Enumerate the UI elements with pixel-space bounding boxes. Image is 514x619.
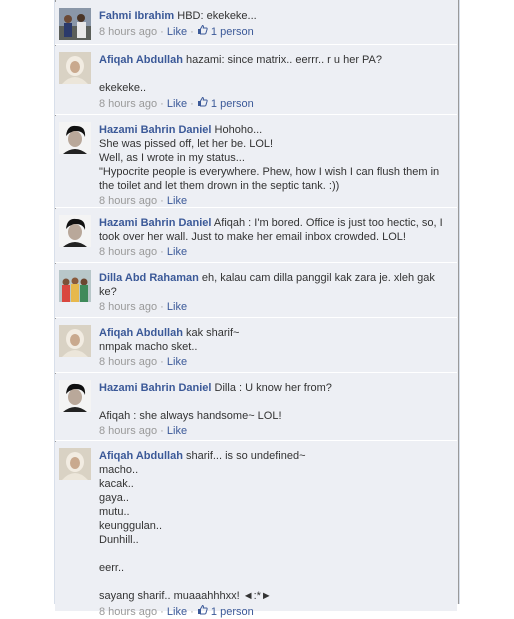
comment-text-continued: She was pissed off, let her be. LOL! Wel… [99, 138, 440, 192]
comment-meta: 8 hours ago · Like [99, 245, 449, 259]
like-link[interactable]: Like [167, 246, 187, 258]
comment-meta: 8 hours ago · Like · 1 person [99, 604, 449, 619]
comment-author-link[interactable]: Fahmi Ibrahim [99, 10, 174, 22]
comment-body: Hazami Bahrin Daniel Afiqah : I'm bored.… [99, 216, 449, 259]
comment-text: kak sharif~ [182, 327, 240, 339]
avatar[interactable] [59, 215, 91, 247]
comment-author-link[interactable]: Hazami Bahrin Daniel [99, 124, 211, 136]
meta-separator: · [187, 98, 197, 110]
comment-meta: 8 hours ago · Like [99, 355, 449, 369]
comment-item: Dilla Abd Rahaman eh, kalau cam dilla pa… [55, 264, 457, 318]
comment-text: Dilla : U know her from? [211, 382, 332, 394]
like-count-link[interactable]: 1 person [208, 606, 254, 618]
avatar[interactable] [59, 325, 91, 357]
meta-separator: · [157, 356, 167, 368]
comment-body: Afiqah Abdullah sharif... is so undefine… [99, 449, 449, 619]
comment-timestamp[interactable]: 8 hours ago [99, 606, 157, 618]
comment-timestamp[interactable]: 8 hours ago [99, 246, 157, 258]
panel-right-border [458, 0, 459, 604]
comment-body: Hazami Bahrin Daniel Hohoho... She was pi… [99, 123, 449, 208]
comment-text-continued: Afiqah : she always handsome~ LOL! [99, 410, 282, 422]
comment-text: Hohoho... [211, 124, 263, 136]
comment-body: Hazami Bahrin Daniel Dilla : U know her … [99, 381, 449, 438]
comment-item: Hazami Bahrin Daniel Dilla : U know her … [55, 374, 457, 441]
avatar[interactable] [59, 448, 91, 480]
meta-separator: · [157, 606, 167, 618]
comment-meta: 8 hours ago · Like · 1 person [99, 24, 449, 39]
comment-text: HBD: ekekeke... [174, 10, 257, 22]
meta-separator: · [157, 425, 167, 437]
comment-text: hazami: since matrix.. eerrr.. r u her P… [182, 54, 383, 66]
comment-body: Fahmi Ibrahim HBD: ekekeke... 8 hours ago… [99, 9, 449, 39]
comment-meta: 8 hours ago · Like · 1 person [99, 96, 449, 111]
meta-separator: · [187, 606, 197, 618]
comment-text-continued: macho.. kacak.. gaya.. mutu.. keunggulan… [99, 464, 272, 602]
comment-author-link[interactable]: Afiqah Abdullah [99, 54, 183, 66]
meta-separator: · [187, 26, 197, 38]
comment-author-link[interactable]: Hazami Bahrin Daniel [99, 217, 211, 229]
like-count-link[interactable]: 1 person [208, 98, 254, 110]
comment-item: Hazami Bahrin Daniel Hohoho... She was pi… [55, 116, 457, 208]
like-link[interactable]: Like [167, 98, 187, 110]
comment-meta: 8 hours ago · Like [99, 424, 449, 438]
meta-separator: · [157, 301, 167, 313]
meta-separator: · [157, 98, 167, 110]
meta-separator: · [157, 26, 167, 38]
comment-timestamp[interactable]: 8 hours ago [99, 195, 157, 207]
comment-item: Hazami Bahrin Daniel Afiqah : I'm bored.… [55, 209, 457, 263]
like-link[interactable]: Like [167, 26, 187, 38]
like-link[interactable]: Like [167, 356, 187, 368]
avatar[interactable] [59, 380, 91, 412]
like-link[interactable]: Like [167, 425, 187, 437]
avatar[interactable] [59, 270, 91, 302]
comment-item: Afiqah Abdullah kak sharif~ nmpak macho s… [55, 319, 457, 373]
comment-text-continued: ekekeke.. [99, 82, 147, 94]
comment-meta: 8 hours ago · Like [99, 194, 449, 208]
comment-author-link[interactable]: Afiqah Abdullah [99, 327, 183, 339]
comment-author-link[interactable]: Dilla Abd Rahaman [99, 272, 199, 284]
comment-author-link[interactable]: Afiqah Abdullah [99, 450, 183, 462]
comment-timestamp[interactable]: 8 hours ago [99, 301, 157, 313]
avatar[interactable] [59, 8, 91, 40]
like-link[interactable]: Like [167, 606, 187, 618]
like-link[interactable]: Like [167, 195, 187, 207]
thumbs-up-icon [197, 24, 208, 35]
comment-text-continued: nmpak macho sket.. [99, 341, 198, 353]
meta-separator: · [157, 246, 167, 258]
comment-item: Fahmi Ibrahim HBD: ekekeke... 8 hours ago… [55, 2, 457, 45]
comment-timestamp[interactable]: 8 hours ago [99, 26, 157, 38]
comment-item: Afiqah Abdullah sharif... is so undefine… [55, 442, 457, 618]
like-link[interactable]: Like [167, 301, 187, 313]
avatar[interactable] [59, 122, 91, 154]
comment-body: Afiqah Abdullah kak sharif~ nmpak macho s… [99, 326, 449, 369]
comment-item: Afiqah Abdullah hazami: since matrix.. e… [55, 46, 457, 115]
comment-timestamp[interactable]: 8 hours ago [99, 356, 157, 368]
comment-timestamp[interactable]: 8 hours ago [99, 425, 157, 437]
comment-text: sharif... is so undefined~ [182, 450, 306, 462]
comment-body: Dilla Abd Rahaman eh, kalau cam dilla pa… [99, 271, 449, 314]
avatar[interactable] [59, 52, 91, 84]
comment-meta: 8 hours ago · Like [99, 300, 449, 314]
comment-author-link[interactable]: Hazami Bahrin Daniel [99, 382, 211, 394]
thumbs-up-icon [197, 604, 208, 615]
thumbs-up-icon [197, 96, 208, 107]
meta-separator: · [157, 195, 167, 207]
like-count-link[interactable]: 1 person [208, 26, 254, 38]
comment-body: Afiqah Abdullah hazami: since matrix.. e… [99, 53, 449, 111]
comment-timestamp[interactable]: 8 hours ago [99, 98, 157, 110]
